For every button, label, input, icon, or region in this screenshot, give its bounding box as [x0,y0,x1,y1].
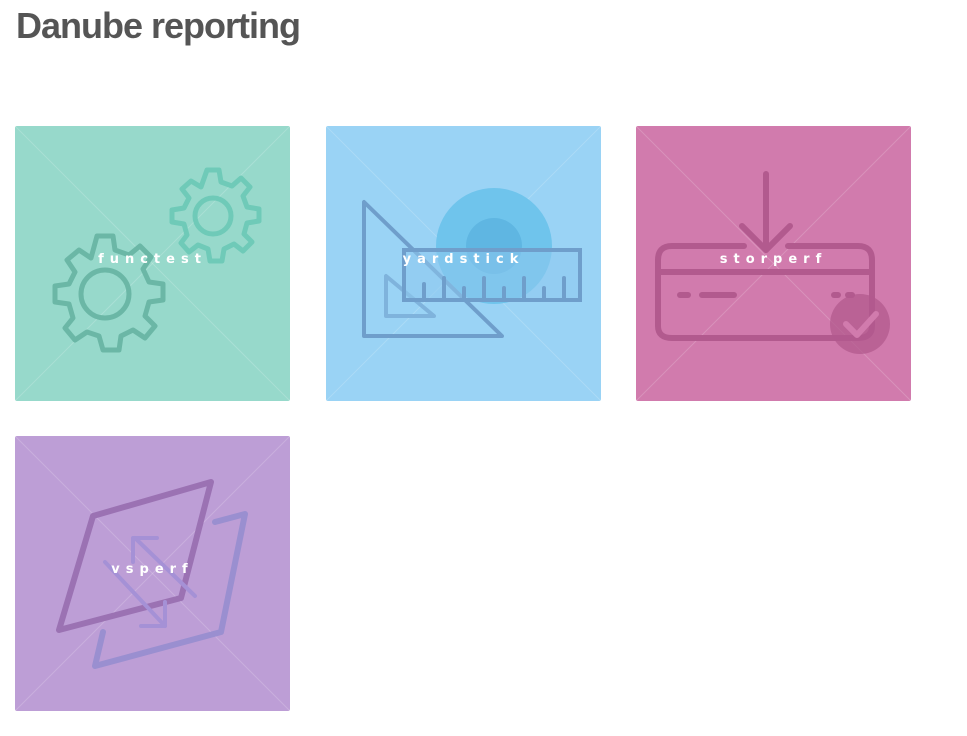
page-title: Danube reporting [16,5,301,46]
tile-label: storperf [719,252,828,267]
tile-yardstick[interactable]: yardstick [326,126,601,401]
tile-label: functest [98,252,207,267]
tile-label: yardstick [402,252,525,267]
tile-functest[interactable]: functest [15,126,290,401]
tile-label: vsperf [111,562,194,577]
tile-vsperf[interactable]: vsperf [15,436,290,711]
tile-storperf[interactable]: storperf [636,126,911,401]
